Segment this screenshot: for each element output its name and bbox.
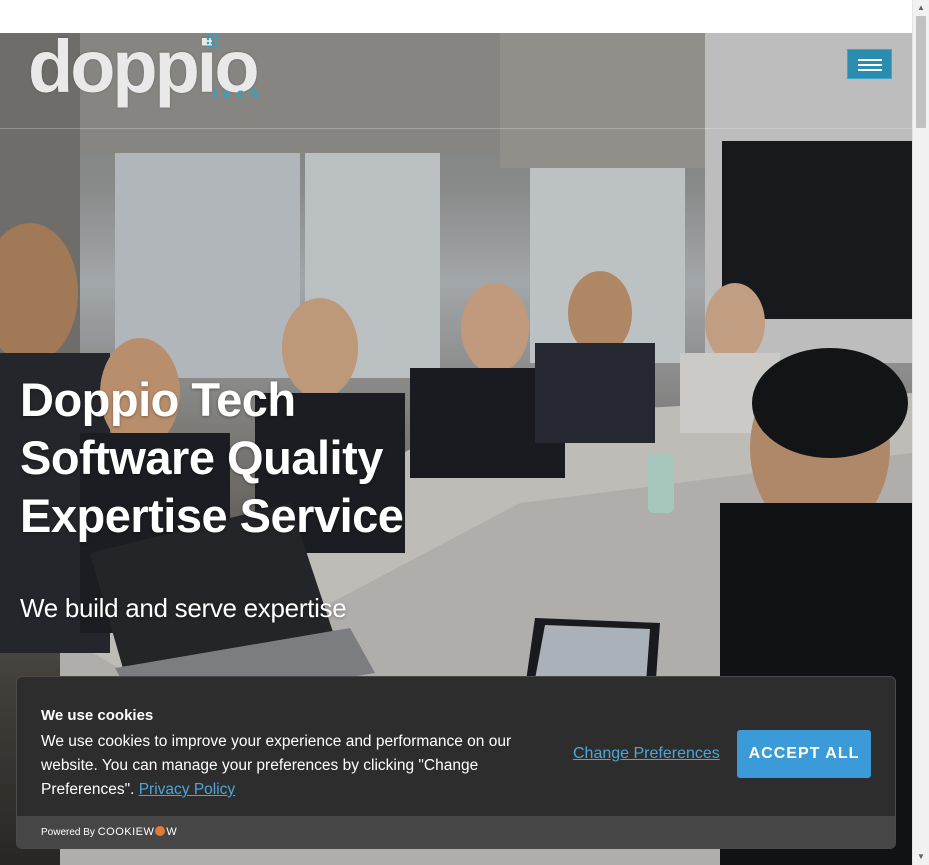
browser-top-area bbox=[0, 0, 912, 33]
hamburger-icon bbox=[858, 59, 882, 61]
cookiewow-brand-w: W bbox=[143, 826, 155, 838]
hamburger-icon-bar bbox=[858, 64, 882, 66]
scroll-thumb[interactable] bbox=[916, 16, 926, 128]
cookie-footer: Powered By COOKIEW W bbox=[17, 816, 895, 848]
cookiewow-brand-right: W bbox=[166, 826, 178, 838]
privacy-policy-link[interactable]: Privacy Policy bbox=[139, 781, 235, 798]
logo-dots-icon bbox=[206, 33, 220, 47]
powered-by[interactable]: Powered By COOKIEW W bbox=[41, 826, 177, 838]
hero-title: Doppio Tech Software Quality Expertise S… bbox=[20, 371, 620, 545]
hero-subtitle: We build and serve expertise bbox=[20, 593, 347, 623]
cookie-text: We use cookies to improve your experienc… bbox=[41, 733, 512, 798]
scroll-down-icon[interactable]: ▼ bbox=[913, 851, 929, 863]
hero-title-line: Software Quality bbox=[20, 431, 383, 484]
cookie-description: We use cookies to improve your experienc… bbox=[41, 730, 521, 802]
hamburger-icon-bar bbox=[858, 69, 882, 71]
cookiewow-brand: COOKIEW W bbox=[98, 826, 178, 838]
accept-all-button[interactable]: ACCEPT ALL bbox=[737, 730, 871, 778]
hamburger-menu-button[interactable] bbox=[847, 49, 892, 79]
cookie-icon bbox=[155, 826, 166, 836]
hero-title-line: Expertise Service bbox=[20, 489, 404, 542]
cookie-banner: We use cookies We use cookies to improve… bbox=[16, 676, 896, 849]
hero-title-line: Doppio Tech bbox=[20, 373, 296, 426]
logo-subtext: tech bbox=[212, 85, 265, 101]
cookie-title: We use cookies bbox=[41, 707, 154, 724]
change-preferences-link[interactable]: Change Preferences bbox=[573, 745, 720, 763]
scroll-up-icon[interactable]: ▲ bbox=[913, 2, 929, 14]
vertical-scrollbar[interactable]: ▲ ▼ bbox=[912, 0, 929, 865]
site-logo[interactable]: doppio tech bbox=[28, 33, 268, 105]
header-divider bbox=[0, 128, 912, 129]
powered-by-label: Powered By bbox=[41, 827, 95, 838]
cookiewow-brand-left: COOKIE bbox=[97, 826, 144, 838]
